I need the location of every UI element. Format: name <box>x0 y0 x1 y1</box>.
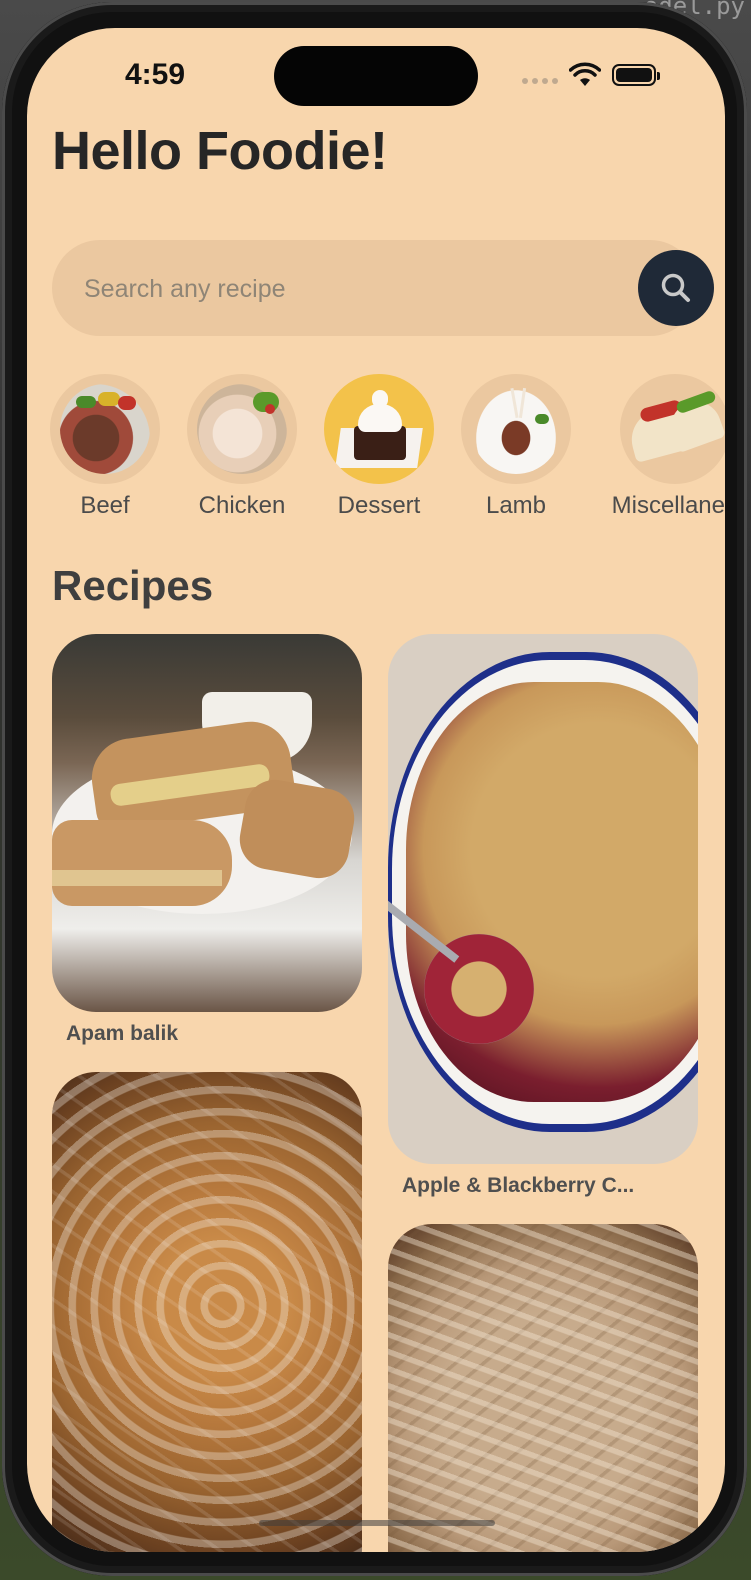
category-beef[interactable]: Beef <box>35 374 175 520</box>
status-time: 4:59 <box>125 58 186 91</box>
category-label: Dessert <box>337 492 421 519</box>
category-miscellaneous[interactable]: Miscellaneo <box>605 374 725 520</box>
category-image <box>187 374 297 484</box>
recipe-image <box>388 1224 698 1552</box>
search-icon <box>661 273 690 302</box>
category-label: Chicken <box>198 492 286 519</box>
recipe-image <box>388 634 698 1164</box>
search-input[interactable] <box>82 268 586 310</box>
category-image <box>324 374 434 484</box>
battery-icon <box>612 64 660 86</box>
recipe-card-apple-blackberry[interactable]: Apple & Blackberry C... <box>388 634 698 1198</box>
recipe-card-4[interactable] <box>388 1224 698 1552</box>
category-chicken[interactable]: Chicken <box>172 374 312 520</box>
page-title: Hello Foodie! <box>52 121 388 181</box>
recipe-name: Apam balik <box>66 1022 179 1045</box>
category-list: Beef Chicken Dessert Lamb Miscellane <box>27 374 725 524</box>
category-image <box>50 374 160 484</box>
category-label: Beef <box>80 492 130 519</box>
category-label: Miscellaneo <box>611 492 725 519</box>
category-image <box>620 374 725 484</box>
category-image <box>461 374 571 484</box>
home-indicator[interactable] <box>259 1520 495 1526</box>
cellular-signal-icon <box>522 78 558 84</box>
wifi-icon <box>569 62 601 86</box>
category-dessert[interactable]: Dessert <box>309 374 449 520</box>
search-button[interactable] <box>638 250 714 326</box>
phone-frame: 4:59 Hello Foodie! Search any recipe Bee… <box>2 2 747 1576</box>
search-bar <box>52 240 714 336</box>
recipes-heading: Recipes <box>52 562 214 609</box>
recipe-card-3[interactable] <box>52 1072 362 1552</box>
recipe-card-apam-balik[interactable]: Apam balik <box>52 634 362 1046</box>
category-lamb[interactable]: Lamb <box>446 374 586 520</box>
category-label: Lamb <box>485 492 547 519</box>
recipe-name: Apple & Blackberry C... <box>402 1174 635 1197</box>
recipe-image <box>52 634 362 1012</box>
recipe-image <box>52 1072 362 1552</box>
dynamic-island <box>274 46 478 106</box>
app-screen: 4:59 Hello Foodie! Search any recipe Bee… <box>27 28 725 1552</box>
